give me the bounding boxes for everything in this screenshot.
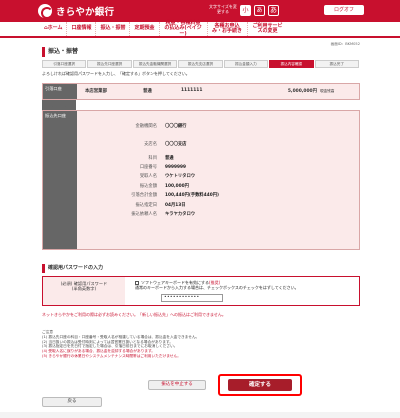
password-input[interactable]: ••••••••••••: [161, 294, 223, 302]
caution-text: ネットきらやかをご利用の際は必ずお読みください。「新しい振込先」への振込はご利用…: [42, 312, 226, 317]
footer: [0, 412, 400, 418]
progress-steps: 引落口座選択 振込先口座選択 振込先金融機関選択 振込先支店選択 振込金額入力 …: [42, 60, 360, 68]
deposit-row-date: 振込指定日 04月13日: [135, 202, 186, 208]
step-6-current: 振込内容確認: [269, 60, 314, 68]
logout-button[interactable]: ログオフ: [324, 5, 364, 15]
site-header: きらやか銀行 文字サイズを変更する 小 あ あ ログオフ: [0, 0, 400, 22]
password-label-note: (半角英数字): [71, 286, 97, 291]
fontsize-small-button[interactable]: 小: [240, 5, 251, 16]
deposit-row-total: 引落合計金額 100,440円(手数料440円): [131, 193, 219, 199]
withdraw-balance-note: 現金残高: [320, 88, 335, 93]
nav-service-change[interactable]: ご利用サービスの変更: [248, 22, 288, 36]
step-4: 振込先支店選択: [178, 60, 223, 68]
deposit-row-amount: 振込金額 100,000円: [139, 183, 189, 189]
back-button[interactable]: 戻る: [42, 397, 102, 407]
step-7: 振込完了: [314, 60, 359, 68]
withdraw-number: 1111111: [181, 88, 203, 93]
page-title: 振込・振替: [42, 47, 360, 57]
password-box: (必須) 確認用パスワード (半角英数字) ソフトウェアキーボードを有効にする(…: [42, 276, 360, 306]
fontsize-label: 文字サイズを変更する: [209, 4, 237, 14]
cancel-transfer-button[interactable]: 振込を中止する: [148, 380, 206, 390]
deposit-row-branch: 支店名 〇〇〇支店: [144, 142, 187, 147]
deposit-account-box: 振込先口座 金融機関名 〇〇〇銀行 支店名 〇〇〇支店 科目 普通 口座番号 99999…: [42, 110, 360, 250]
password-section-title: 確認用パスワードの入力: [42, 264, 360, 273]
confirm-button[interactable]: 確定する: [228, 379, 292, 391]
nav-transfer[interactable]: 振込・振替: [96, 22, 131, 36]
down-arrow-icon: [42, 100, 76, 112]
deposit-row-type: 科目 普通: [148, 155, 174, 161]
instruction-text: よろしければ確認用パスワードを入力し、「確定する」ボタンを押してください。: [42, 71, 190, 76]
password-required: (必須): [60, 281, 73, 286]
software-keyboard-note: 通常のキーボードから入力する場合は、チェックボックスのチェックをはずしてください…: [135, 285, 299, 290]
step-1: 引落口座選択: [42, 60, 87, 68]
nav-home[interactable]: ⌂ ホーム: [40, 22, 68, 36]
nav-account-info[interactable]: 口座情報: [67, 22, 97, 36]
withdraw-branch: 本店営業部: [85, 89, 107, 94]
password-label-cell: (必須) 確認用パスワード (半角英数字): [43, 277, 125, 305]
nav-payeasy[interactable]: 税金・各種料金の払込み(ペイジー): [160, 20, 208, 37]
notes-list: ご注意 (1) 振込先口座の科目・口座番号・受取人名が相違している場合は、振込金…: [42, 330, 360, 359]
withdraw-balance: 5,000,000円: [287, 89, 317, 94]
nav-time-deposit[interactable]: 定期預金: [130, 22, 160, 36]
confirm-highlight: 確定する: [218, 374, 302, 396]
nav-applications[interactable]: 各種お申込み・お手続き: [208, 22, 248, 36]
step-2: 振込先口座選択: [87, 60, 132, 68]
withdraw-account-row: 引落口座 本店営業部 普通 1111111 5,000,000円 現金残高: [42, 83, 360, 100]
deposit-row-sender: 振込依頼人名 キラヤカタロウ: [131, 212, 196, 218]
withdraw-label: 引落口座: [43, 84, 77, 99]
deposit-row-payee: 受取人名 ウケトリタロウ: [139, 174, 196, 180]
step-5: 振込金額入力: [223, 60, 269, 68]
bank-logo[interactable]: きらやか銀行: [38, 4, 115, 19]
step-3: 振込先金融機関選択: [132, 60, 178, 68]
fontsize-medium-button[interactable]: あ: [254, 5, 265, 16]
bank-logo-mark-icon: [38, 4, 53, 19]
fontsize-large-button[interactable]: あ: [268, 5, 279, 16]
note-item: (5) きらやか銀行の休業日やシステムメンテナンス時間帯はご利用いただけません。: [42, 353, 181, 358]
deposit-row-number: 口座番号 9999999: [139, 164, 186, 171]
withdraw-type: 普通: [143, 89, 152, 94]
deposit-label: 振込先口座: [43, 111, 77, 249]
brand-name: きらやか銀行: [56, 7, 115, 18]
deposit-row-bank: 金融機関名 〇〇〇銀行: [135, 124, 187, 129]
global-nav: ⌂ ホーム 口座情報 振込・振替 定期預金 税金・各種料金の払込み(ペイジー) 各…: [0, 20, 400, 38]
